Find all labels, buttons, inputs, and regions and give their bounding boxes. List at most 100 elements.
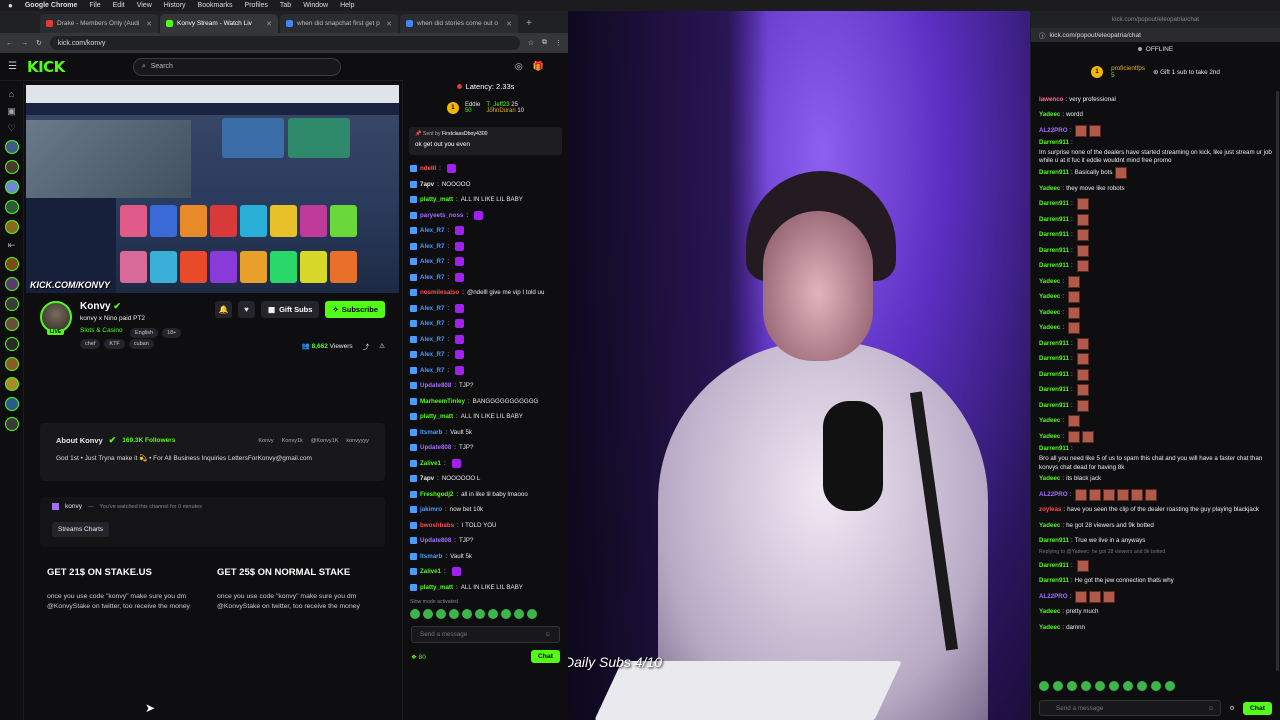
chat-username[interactable]: Alex_R7 xyxy=(420,243,444,250)
menu-view[interactable]: View xyxy=(137,2,152,9)
emoji-icon[interactable]: ☺ xyxy=(1208,705,1214,712)
chat-username[interactable]: Alex_R7 xyxy=(420,274,444,281)
emote-icon[interactable] xyxy=(1067,681,1077,691)
chat-username[interactable]: Darren911 xyxy=(1039,537,1069,545)
chat-username[interactable]: Darren911 xyxy=(1039,169,1069,177)
browser-tab-2[interactable]: when did snapchat first get p ✕ xyxy=(280,14,398,33)
recommended-channel-avatar[interactable] xyxy=(4,297,19,311)
channel-name[interactable]: Konvy xyxy=(80,301,111,312)
emote-icon[interactable] xyxy=(423,609,433,619)
emote-icon[interactable] xyxy=(527,609,537,619)
back-icon[interactable]: ← xyxy=(6,40,13,47)
recommended-channel-avatar[interactable] xyxy=(4,397,19,411)
social-twitter[interactable]: Konvy xyxy=(258,438,273,444)
followed-channel-avatar[interactable] xyxy=(4,140,19,154)
chat-username[interactable]: Alex_R7 xyxy=(420,336,444,343)
chat-username[interactable]: Darren911 xyxy=(1039,445,1069,453)
chat-username[interactable]: paryeets_noss xyxy=(420,212,463,219)
emote-icon[interactable] xyxy=(1137,681,1147,691)
browse-icon[interactable]: ▣ xyxy=(6,106,17,117)
bookmark-star-icon[interactable]: ☆ xyxy=(528,39,534,47)
chat-username[interactable]: Darren911 xyxy=(1039,262,1069,270)
chat-username[interactable]: platty_matt xyxy=(420,196,453,203)
emote-icon[interactable] xyxy=(410,609,420,619)
notifications-icon[interactable]: ◎ xyxy=(515,61,523,72)
recommended-channel-avatar[interactable] xyxy=(4,377,19,391)
recommended-channel-avatar[interactable] xyxy=(4,337,19,351)
app-menu[interactable]: Google Chrome xyxy=(25,2,78,9)
emote-icon[interactable] xyxy=(1109,681,1119,691)
chat-username[interactable]: Itsmarb xyxy=(420,553,442,560)
browser-tab-0[interactable]: Drake - Members Only (Audi ✕ xyxy=(40,14,158,33)
popout-address[interactable]: ⓘ kick.com/popout/eleopatria/chat xyxy=(1031,28,1280,42)
emoji-icon[interactable]: ☺ xyxy=(545,631,551,638)
chat-username[interactable]: Alex_R7 xyxy=(420,258,444,265)
notification-bell-button[interactable]: 🔔 xyxy=(215,301,232,318)
chat-username[interactable]: Update808 xyxy=(420,382,451,389)
emote-icon[interactable] xyxy=(1165,681,1175,691)
chat-username[interactable]: Darren911 xyxy=(1039,386,1069,394)
home-icon[interactable]: ⌂ xyxy=(6,89,17,100)
emote-icon[interactable] xyxy=(475,609,485,619)
chat-username[interactable]: Update808 xyxy=(420,444,451,451)
report-icon[interactable]: ⚠ xyxy=(379,342,385,350)
social-instagram[interactable]: @Konvy1K xyxy=(311,438,339,444)
chat-username[interactable]: Yadeec xyxy=(1039,522,1060,530)
tag-cuban[interactable]: cuban xyxy=(128,339,154,349)
emote-icon[interactable] xyxy=(488,609,498,619)
followed-channel-avatar[interactable] xyxy=(4,180,19,194)
chat-username[interactable]: Yadeec xyxy=(1039,433,1060,441)
settings-gear-icon[interactable]: ⚙ xyxy=(1229,705,1235,712)
chat-username[interactable]: Yadeec xyxy=(1039,624,1060,632)
gift-icon[interactable]: 🎁 xyxy=(533,61,544,72)
chat-username[interactable]: 7apv xyxy=(420,181,434,188)
recommended-channel-avatar[interactable] xyxy=(4,257,19,271)
emote-icon[interactable] xyxy=(1095,681,1105,691)
chat-send-button[interactable]: Chat xyxy=(1242,701,1272,715)
chat-username[interactable]: platty_matt xyxy=(420,413,453,420)
extensions-icon[interactable]: ⧉ xyxy=(542,39,547,47)
chat-username[interactable]: Zalive1 xyxy=(420,568,441,575)
chat-username[interactable]: Alex_R7 xyxy=(420,320,444,327)
chat-username[interactable]: Itsmarb xyxy=(420,429,442,436)
more-menu-icon[interactable]: ⋮ xyxy=(555,39,562,47)
emote-icon[interactable] xyxy=(1151,681,1161,691)
emote-icon[interactable] xyxy=(1039,681,1049,691)
chat-username[interactable]: 7apv xyxy=(420,475,434,482)
chat-username[interactable]: MarheemTinley xyxy=(420,398,465,405)
social-youtube[interactable]: Konvy1k xyxy=(282,438,303,444)
menu-help[interactable]: Help xyxy=(340,2,354,9)
chat-username[interactable]: Yadeec xyxy=(1039,278,1060,286)
streams-charts-button[interactable]: Streams Charts xyxy=(52,522,110,537)
chat-username[interactable]: AL22PRO xyxy=(1039,593,1068,601)
chat-username[interactable]: AL22PRO xyxy=(1039,491,1068,499)
emote-icon[interactable] xyxy=(1053,681,1063,691)
follow-heart-button[interactable]: ♥ xyxy=(238,301,255,318)
gift-sub-prompt[interactable]: ⊛ Gift 1 sub to take 2nd xyxy=(1153,69,1220,76)
search-input[interactable]: ⌕ Search xyxy=(132,57,341,76)
emote-icon[interactable] xyxy=(1081,681,1091,691)
chat-username[interactable]: Darren911 xyxy=(1039,577,1069,585)
menu-window[interactable]: Window xyxy=(303,2,328,9)
menu-bookmarks[interactable]: Bookmarks xyxy=(198,2,233,9)
recommended-channel-avatar[interactable] xyxy=(4,277,19,291)
kick-logo[interactable]: KICK xyxy=(27,58,65,76)
chat-username[interactable]: nosmilesalso xyxy=(420,289,459,296)
chat-username[interactable]: Freshgodj2 xyxy=(420,491,453,498)
close-tab-icon[interactable]: ✕ xyxy=(266,20,272,28)
chat-username[interactable]: Darren911 xyxy=(1039,562,1069,570)
collapse-icon[interactable]: ⇤ xyxy=(6,240,17,251)
menu-profiles[interactable]: Profiles xyxy=(245,2,268,9)
tag-age[interactable]: 18+ xyxy=(162,328,182,338)
chat-username[interactable]: Darren911 xyxy=(1039,200,1069,208)
followed-channel-avatar[interactable] xyxy=(4,200,19,214)
close-tab-icon[interactable]: ✕ xyxy=(506,20,512,28)
subscribe-button[interactable]: ✧ Subscribe xyxy=(325,301,385,318)
chat-username[interactable]: zoyleas xyxy=(1039,506,1061,514)
chat-username[interactable]: Zalive1 xyxy=(420,460,441,467)
chat-username[interactable]: ndelll xyxy=(420,165,436,172)
chat-send-button[interactable]: Chat xyxy=(530,650,560,663)
menu-icon[interactable]: ☰ xyxy=(8,61,17,72)
chat-username[interactable]: Alex_R7 xyxy=(420,367,444,374)
chat-message-input[interactable]: Send a message ☺ xyxy=(1039,700,1222,716)
